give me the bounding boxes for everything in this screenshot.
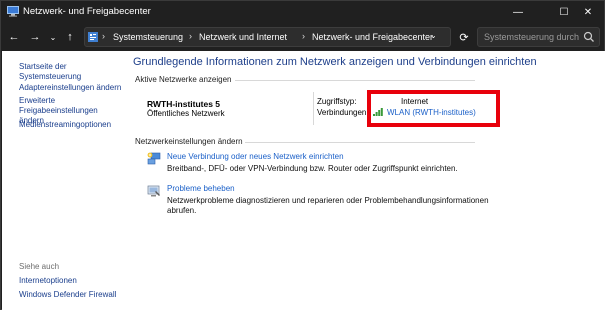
page-title: Grundlegende Informationen zum Netzwerk … <box>133 56 537 68</box>
sidebar-link-media-streaming-options[interactable]: Medienstreamingoptionen <box>19 120 111 130</box>
window-title: Netzwerk- und Freigabecenter <box>23 6 151 17</box>
connections-label: Verbindungen: <box>317 108 369 117</box>
sidebar-link-change-adapter-settings[interactable]: Adaptereinstellungen ändern <box>19 83 121 93</box>
address-dropdown-icon[interactable]: ⌄ <box>430 31 437 40</box>
breadcrumb-network-sharing-center[interactable]: Netzwerk- und Freigabecenter <box>312 32 433 42</box>
sidebar-link-control-panel-home[interactable]: Startseite der Systemsteuerung <box>19 62 126 82</box>
search-box[interactable] <box>477 27 600 47</box>
forward-arrow-icon[interactable]: → <box>27 28 43 46</box>
active-networks-label: Aktive Netzwerke anzeigen <box>135 75 232 84</box>
section-divider <box>235 80 475 81</box>
access-type-label: Zugriffstyp: <box>317 97 357 106</box>
main-panel: Grundlegende Informationen zum Netzwerk … <box>133 51 603 310</box>
content-area: Startseite der Systemsteuerung Adapterei… <box>2 51 605 310</box>
network-divider <box>313 92 314 125</box>
network-center-app-icon <box>7 6 19 17</box>
troubleshoot-icon <box>147 184 161 198</box>
minimize-icon[interactable]: — <box>501 1 535 23</box>
setup-new-connection-description: Breitband-, DFÜ- oder VPN-Verbindung bzw… <box>167 164 458 173</box>
task-sidebar: Startseite der Systemsteuerung Adapterei… <box>2 51 126 310</box>
breadcrumb-control-panel[interactable]: Systemsteuerung <box>113 32 183 42</box>
network-name: RWTH-institutes 5 <box>147 99 221 109</box>
troubleshoot-problems-link[interactable]: Probleme beheben <box>167 184 235 193</box>
search-input[interactable] <box>484 31 579 43</box>
back-arrow-icon[interactable]: ← <box>6 28 22 46</box>
setup-new-connection-link[interactable]: Neue Verbindung oder neues Netzwerk einr… <box>167 152 344 161</box>
section-divider <box>245 142 475 143</box>
up-arrow-icon[interactable]: ↑ <box>62 28 78 46</box>
breadcrumb-separator-icon: › <box>189 31 192 41</box>
recent-locations-chevron-icon[interactable]: ⌄ <box>45 28 61 46</box>
close-icon[interactable]: ✕ <box>571 1 605 23</box>
new-connection-icon <box>147 152 161 166</box>
see-also-internet-options[interactable]: Internetoptionen <box>19 276 77 286</box>
highlight-annotation-box <box>367 90 500 127</box>
app-window: Netzwerk- und Freigabecenter — ☐ ✕ ← → ⌄… <box>0 0 605 310</box>
troubleshoot-problems-description: Netzwerkprobleme diagnostizieren und rep… <box>167 196 489 215</box>
control-panel-icon <box>88 32 98 42</box>
title-bar[interactable]: Netzwerk- und Freigabecenter — ☐ ✕ <box>1 1 604 23</box>
see-also-heading: Siehe auch <box>19 262 60 271</box>
change-network-settings-label: Netzwerkeinstellungen ändern <box>135 137 243 146</box>
refresh-icon[interactable]: ⟳ <box>456 28 472 46</box>
see-also-defender-firewall[interactable]: Windows Defender Firewall <box>19 290 116 300</box>
network-type[interactable]: Öffentliches Netzwerk <box>147 109 225 118</box>
search-icon[interactable] <box>583 31 595 43</box>
breadcrumb-separator-icon: › <box>302 31 305 41</box>
address-bar[interactable]: › Systemsteuerung › Netzwerk und Interne… <box>84 27 451 47</box>
breadcrumb-network-internet[interactable]: Netzwerk und Internet <box>199 32 287 42</box>
breadcrumb-separator-icon: › <box>102 31 105 41</box>
